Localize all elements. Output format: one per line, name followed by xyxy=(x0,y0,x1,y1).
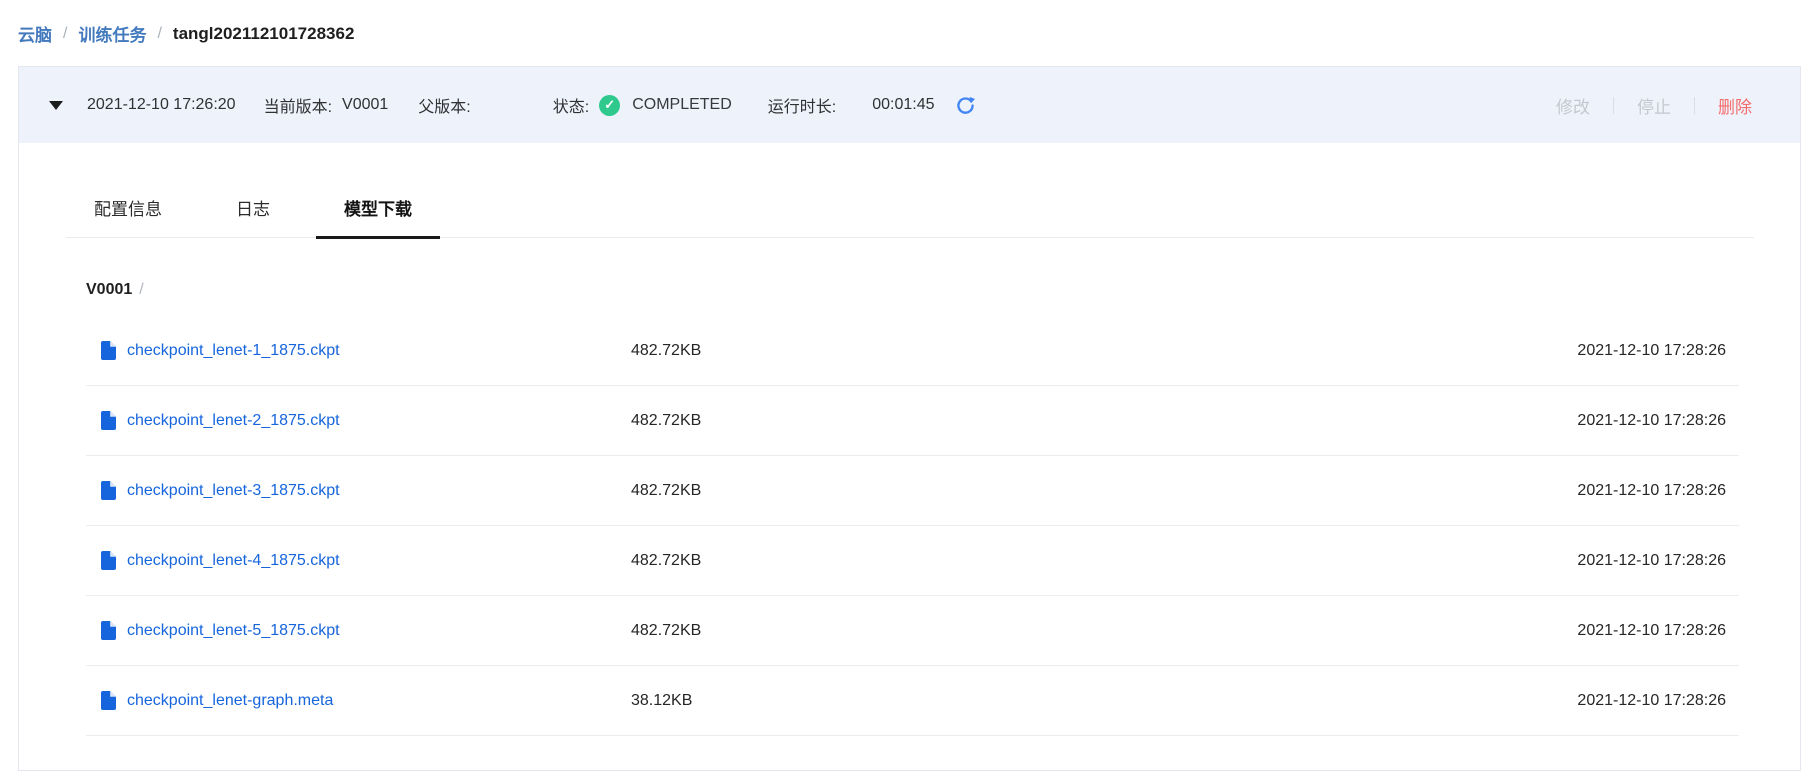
detail-tabs: 配置信息 日志 模型下载 xyxy=(66,199,1754,238)
status-label: 状态: xyxy=(553,93,589,117)
breadcrumb-link-cloudbrain[interactable]: 云脑 xyxy=(18,21,52,46)
path-version-link[interactable]: V0001 xyxy=(86,281,132,298)
file-icon xyxy=(101,411,116,430)
file-size: 482.72KB xyxy=(631,622,1031,640)
model-path: V0001 / xyxy=(86,280,1800,299)
file-size: 38.12KB xyxy=(631,692,1031,710)
file-modified-time: 2021-12-10 17:28:26 xyxy=(1577,552,1739,570)
table-row: checkpoint_lenet-graph.meta 38.12KB 2021… xyxy=(86,666,1739,736)
file-name-cell: checkpoint_lenet-2_1875.ckpt xyxy=(86,411,631,430)
file-download-link[interactable]: checkpoint_lenet-4_1875.ckpt xyxy=(127,552,340,570)
breadcrumb-separator: / xyxy=(63,25,67,43)
action-divider xyxy=(1694,97,1695,114)
file-icon xyxy=(101,621,116,640)
table-row: checkpoint_lenet-5_1875.ckpt 482.72KB 20… xyxy=(86,596,1739,666)
table-row: checkpoint_lenet-2_1875.ckpt 482.72KB 20… xyxy=(86,386,1739,456)
breadcrumb-separator: / xyxy=(157,25,161,43)
file-modified-time: 2021-12-10 17:28:26 xyxy=(1577,482,1739,500)
path-separator: / xyxy=(139,281,143,298)
check-circle-icon: ✓ xyxy=(599,95,620,116)
version-actions: 修改 停止 删除 xyxy=(1556,93,1752,118)
tab-model-download[interactable]: 模型下载 xyxy=(316,199,440,237)
file-size: 482.72KB xyxy=(631,552,1031,570)
tab-config-info[interactable]: 配置信息 xyxy=(66,199,190,237)
file-size: 482.72KB xyxy=(631,482,1031,500)
file-size: 482.72KB xyxy=(631,412,1031,430)
stop-button[interactable]: 停止 xyxy=(1637,93,1671,118)
file-icon xyxy=(101,481,116,500)
model-file-table: checkpoint_lenet-1_1875.ckpt 482.72KB 20… xyxy=(86,316,1739,736)
file-download-link[interactable]: checkpoint_lenet-graph.meta xyxy=(127,692,333,710)
file-modified-time: 2021-12-10 17:28:26 xyxy=(1577,412,1739,430)
file-name-cell: checkpoint_lenet-1_1875.ckpt xyxy=(86,341,631,360)
file-download-link[interactable]: checkpoint_lenet-5_1875.ckpt xyxy=(127,622,340,640)
table-row: checkpoint_lenet-3_1875.ckpt 482.72KB 20… xyxy=(86,456,1739,526)
refresh-icon[interactable] xyxy=(955,95,976,116)
duration-value: 00:01:45 xyxy=(872,96,934,114)
file-download-link[interactable]: checkpoint_lenet-2_1875.ckpt xyxy=(127,412,340,430)
file-size: 482.72KB xyxy=(631,342,1031,360)
task-version-card: 2021-12-10 17:26:20 当前版本: V0001 父版本: 状态:… xyxy=(18,66,1801,771)
table-row: checkpoint_lenet-1_1875.ckpt 482.72KB 20… xyxy=(86,316,1739,386)
tab-logs[interactable]: 日志 xyxy=(208,199,298,237)
version-timestamp: 2021-12-10 17:26:20 xyxy=(87,96,236,114)
file-modified-time: 2021-12-10 17:28:26 xyxy=(1577,342,1739,360)
status-value: COMPLETED xyxy=(632,96,732,114)
file-modified-time: 2021-12-10 17:28:26 xyxy=(1577,692,1739,710)
collapse-caret-icon[interactable] xyxy=(49,101,63,110)
file-name-cell: checkpoint_lenet-5_1875.ckpt xyxy=(86,621,631,640)
file-download-link[interactable]: checkpoint_lenet-3_1875.ckpt xyxy=(127,482,340,500)
breadcrumb: 云脑 / 训练任务 / tangl202112101728362 xyxy=(18,21,354,46)
breadcrumb-current-task: tangl202112101728362 xyxy=(173,24,355,44)
duration-label: 运行时长: xyxy=(768,93,836,117)
file-download-link[interactable]: checkpoint_lenet-1_1875.ckpt xyxy=(127,342,340,360)
table-row: checkpoint_lenet-4_1875.ckpt 482.72KB 20… xyxy=(86,526,1739,596)
file-name-cell: checkpoint_lenet-graph.meta xyxy=(86,691,631,710)
version-header-bar: 2021-12-10 17:26:20 当前版本: V0001 父版本: 状态:… xyxy=(19,67,1800,143)
file-name-cell: checkpoint_lenet-4_1875.ckpt xyxy=(86,551,631,570)
file-icon xyxy=(101,341,116,360)
file-modified-time: 2021-12-10 17:28:26 xyxy=(1577,622,1739,640)
current-version-value: V0001 xyxy=(342,96,388,114)
file-icon xyxy=(101,691,116,710)
file-icon xyxy=(101,551,116,570)
action-divider xyxy=(1613,97,1614,114)
current-version-label: 当前版本: xyxy=(264,93,332,117)
delete-button[interactable]: 删除 xyxy=(1718,93,1752,118)
breadcrumb-link-training-tasks[interactable]: 训练任务 xyxy=(78,21,146,46)
parent-version-label: 父版本: xyxy=(418,93,470,117)
file-name-cell: checkpoint_lenet-3_1875.ckpt xyxy=(86,481,631,500)
modify-button[interactable]: 修改 xyxy=(1556,93,1590,118)
